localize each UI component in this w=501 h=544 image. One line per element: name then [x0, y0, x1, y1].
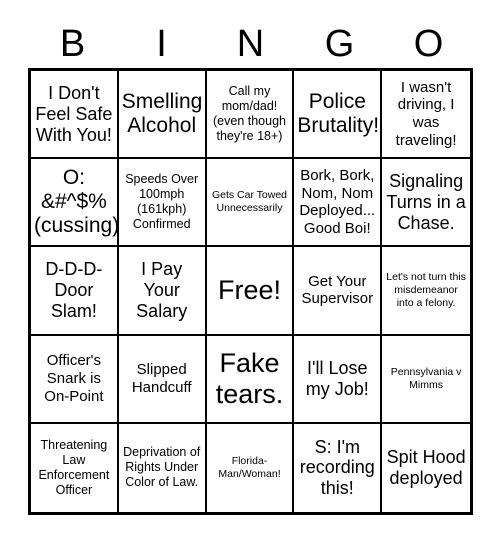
bingo-cell-label: O: &#^$% (cussing) — [34, 166, 119, 238]
bingo-cell[interactable]: Let's not turn this misdemeanor into a f… — [382, 247, 470, 336]
bingo-card: B I N G O I Don't Feel Safe With You! Sme… — [0, 0, 501, 544]
bingo-header-letter-o: O — [413, 23, 444, 65]
bingo-cell-label: Florida-Man/Woman! — [218, 455, 281, 480]
bingo-cell-label: Get Your Supervisor — [301, 272, 374, 308]
bingo-cell-label: Call my mom/dad! (even though they're 18… — [213, 84, 286, 144]
bingo-cell-label: Fake tears. — [215, 348, 284, 409]
bingo-cell[interactable]: Free! — [206, 247, 295, 336]
bingo-cell[interactable]: I'll Lose my Job! — [294, 335, 383, 424]
bingo-cell[interactable]: D-D-D-Door Slam! — [31, 247, 119, 336]
bingo-grid: I Don't Feel Safe With You! Smelling Alco… — [28, 68, 473, 515]
bingo-cell-label: I Don't Feel Safe With You! — [35, 82, 113, 145]
bingo-cell[interactable]: Spit Hood deployed — [382, 423, 470, 512]
bingo-cell[interactable]: Smelling Alcohol — [118, 71, 207, 160]
bingo-cell[interactable]: I wasn't driving, I was traveling! — [382, 71, 470, 160]
bingo-cell-label: I'll Lose my Job! — [305, 357, 369, 399]
bingo-cell[interactable]: Fake tears. — [206, 335, 295, 424]
bingo-cell[interactable]: Pennsylvania v Mimms — [382, 335, 470, 424]
bingo-cell[interactable]: Gets Car Towed Unnecessarily — [206, 159, 295, 248]
bingo-cell-label: Gets Car Towed Unnecessarily — [211, 189, 288, 215]
bingo-cell[interactable]: Officer's Snark is On-Point — [31, 335, 119, 424]
bingo-header-letter-b: B — [59, 23, 86, 65]
bingo-cell[interactable]: Get Your Supervisor — [294, 247, 383, 336]
bingo-cell[interactable]: I Pay Your Salary — [118, 247, 207, 336]
bingo-header-letter-i: I — [156, 23, 167, 65]
bingo-cell-label: Spit Hood deployed — [386, 447, 466, 488]
bingo-cell-label: Speeds Over 100mph (161kph) Confirmed — [125, 172, 199, 232]
bingo-header-letter-g: G — [324, 23, 355, 65]
bingo-cell-label: I Pay Your Salary — [136, 259, 188, 321]
bingo-cell[interactable]: I Don't Feel Safe With You! — [31, 71, 119, 160]
bingo-cell[interactable]: Speeds Over 100mph (161kph) Confirmed — [118, 159, 207, 248]
bingo-header-letter-n: N — [236, 23, 265, 65]
bingo-cell-label: Deprivation of Rights Under Color of Law… — [123, 445, 201, 490]
bingo-cell-label: Pennsylvania v Mimms — [390, 365, 462, 391]
bingo-cell[interactable]: Bork, Bork, Nom, Nom Deployed... Good Bo… — [294, 159, 383, 248]
bingo-cell[interactable]: Signaling Turns in a Chase. — [382, 159, 470, 248]
bingo-cell-label: Free! — [217, 275, 281, 306]
bingo-cell[interactable]: S: I'm recording this! — [294, 423, 383, 512]
bingo-cell-label: Smelling Alcohol — [121, 89, 203, 138]
bingo-cell-label: Bork, Bork, Nom, Nom Deployed... Good Bo… — [299, 166, 376, 237]
bingo-cell-label: Signaling Turns in a Chase. — [386, 170, 466, 233]
bingo-cell[interactable]: Deprivation of Rights Under Color of Law… — [118, 423, 207, 512]
bingo-cell-label: Officer's Snark is On-Point — [44, 352, 104, 405]
bingo-cell-label: Threatening Law Enforcement Officer — [38, 437, 110, 497]
bingo-cell-label: I wasn't driving, I was traveling! — [395, 78, 457, 149]
bingo-cell[interactable]: Threatening Law Enforcement Officer — [31, 423, 119, 512]
bingo-cell[interactable]: Florida-Man/Woman! — [206, 423, 295, 512]
bingo-cell[interactable]: Call my mom/dad! (even though they're 18… — [206, 71, 295, 160]
bingo-cell-label: Let's not turn this misdemeanor into a f… — [386, 271, 466, 309]
bingo-cell-label: Slipped Handcuff — [131, 361, 192, 396]
bingo-cell[interactable]: O: &#^$% (cussing) — [31, 159, 119, 248]
bingo-cell-label: S: I'm recording this! — [299, 436, 375, 499]
bingo-cell[interactable]: Police Brutality! — [294, 71, 383, 160]
bingo-header: B I N G O — [28, 22, 473, 66]
bingo-cell[interactable]: Slipped Handcuff — [118, 335, 207, 424]
bingo-cell-label: D-D-D-Door Slam! — [45, 259, 103, 321]
bingo-cell-label: Police Brutality! — [297, 89, 380, 138]
